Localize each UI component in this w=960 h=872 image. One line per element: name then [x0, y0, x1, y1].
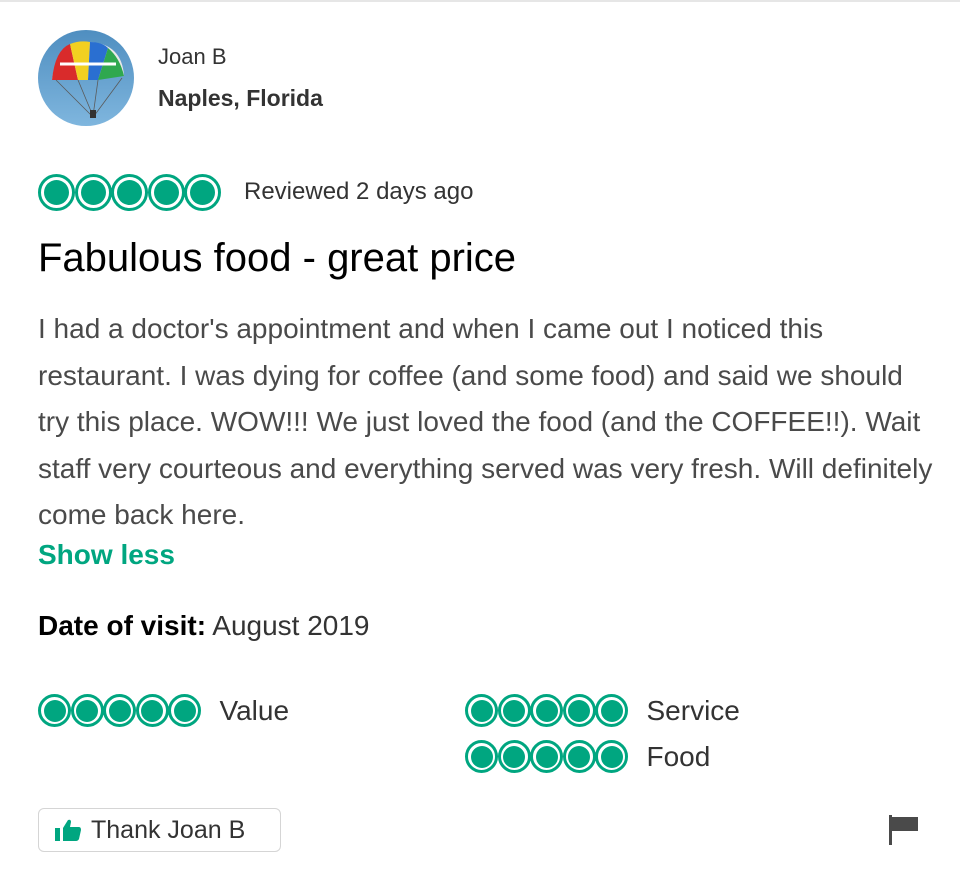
subrating-service: Service: [465, 694, 740, 727]
rating-bubble-icon: [111, 174, 148, 211]
subrating-label: Service: [646, 694, 740, 726]
subrating-bubbles: [38, 694, 201, 727]
date-of-visit-label: Date of visit:: [38, 610, 207, 641]
reviewer-location: Naples, Florida: [158, 85, 323, 111]
rating-bubble-icon: [530, 694, 563, 727]
date-of-visit: Date of visit: August 2019: [38, 610, 370, 642]
rating-bubble-icon: [38, 174, 75, 211]
rating-bubble-icon: [103, 694, 136, 727]
review-body: I had a doctor's appointment and when I …: [38, 313, 933, 530]
date-of-visit-value: August 2019: [212, 610, 370, 641]
reviewer-name[interactable]: Joan B: [158, 44, 227, 70]
top-divider: [0, 0, 960, 2]
rating-bubble-icon: [70, 694, 104, 727]
rating-bubble-icon: [465, 694, 498, 727]
rating-bubble-icon: [74, 174, 112, 211]
rating-bubble-icon: [497, 694, 531, 727]
rating-bubble-icon: [595, 740, 628, 773]
rating-bubble-icon: [147, 174, 185, 211]
rating-bubble-icon: [562, 694, 596, 727]
thumbs-up-icon: [55, 819, 81, 841]
show-less-link[interactable]: Show less: [38, 539, 175, 571]
subrating-value: Value: [38, 694, 289, 727]
subrating-bubbles: [465, 694, 628, 727]
reviewed-date: Reviewed 2 days ago: [244, 178, 474, 205]
rating-bubble-icon: [465, 740, 498, 773]
review-rating-bubbles: [38, 174, 221, 211]
subrating-bubbles: [465, 740, 628, 773]
rating-bubble-icon: [562, 740, 596, 773]
review-title: Fabulous food - great price: [38, 236, 517, 280]
rating-bubble-icon: [38, 694, 71, 727]
avatar[interactable]: [38, 30, 134, 126]
flag-icon[interactable]: [889, 815, 919, 850]
rating-bubble-icon: [530, 740, 563, 773]
rating-bubble-icon: [135, 694, 169, 727]
rating-bubble-icon: [184, 174, 221, 211]
thank-button-label: Thank Joan B: [91, 815, 246, 844]
rating-bubble-icon: [595, 694, 628, 727]
rating-bubble-icon: [497, 740, 531, 773]
rating-bubble-icon: [168, 694, 201, 727]
subrating-label: Food: [646, 740, 711, 772]
subrating-label: Value: [219, 694, 290, 726]
thank-button[interactable]: Thank Joan B: [38, 808, 281, 852]
subrating-food: Food: [465, 740, 710, 773]
